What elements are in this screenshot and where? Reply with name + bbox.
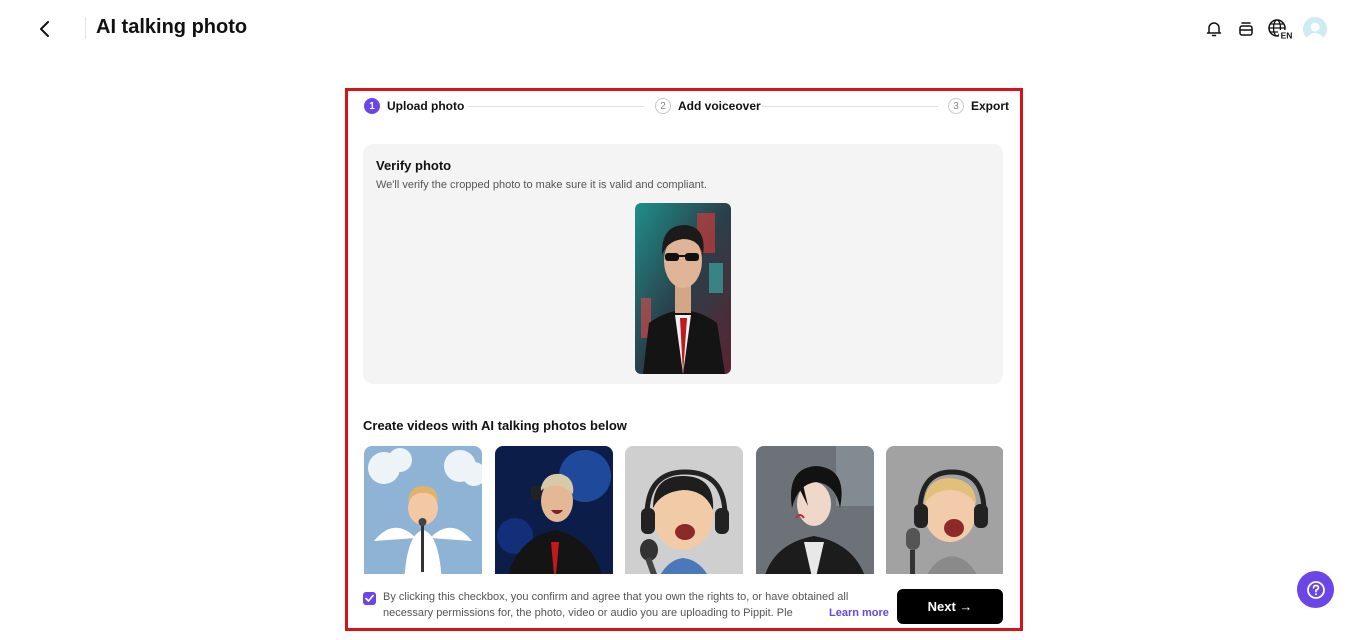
- example-thumbnail[interactable]: [625, 446, 743, 574]
- step-add-voiceover[interactable]: 2 Add voiceover: [655, 96, 761, 116]
- page-title: AI talking photo: [96, 16, 248, 38]
- top-bar: AI talking photo EN: [0, 0, 1365, 58]
- example-thumbnail[interactable]: [886, 446, 1003, 574]
- stepper: 1 Upload photo 2 Add voiceover 3 Export: [364, 96, 1009, 116]
- step-label: Upload photo: [387, 99, 465, 113]
- step-connector: [762, 106, 938, 107]
- language-icon[interactable]: EN: [1268, 17, 1294, 41]
- step-number: 3: [948, 98, 964, 114]
- consent-text: By clicking this checkbox, you confirm a…: [383, 591, 849, 619]
- step-label: Add voiceover: [678, 99, 761, 113]
- step-connector: [468, 106, 644, 107]
- avatar[interactable]: [1303, 17, 1327, 41]
- step-upload-photo[interactable]: 1 Upload photo: [364, 96, 464, 116]
- example-thumbnail[interactable]: [495, 446, 613, 574]
- bell-icon[interactable]: [1202, 17, 1226, 41]
- learn-more-link[interactable]: Learn more: [825, 605, 889, 621]
- language-badge: EN: [1281, 31, 1293, 41]
- help-button[interactable]: [1297, 571, 1334, 608]
- next-button[interactable]: Next →: [897, 589, 1003, 624]
- uploaded-photo: [635, 203, 731, 374]
- header-divider: [85, 17, 86, 39]
- back-arrow-icon[interactable]: [34, 18, 56, 40]
- consent-row: By clicking this checkbox, you confirm a…: [363, 589, 1003, 629]
- step-export[interactable]: 3 Export: [948, 96, 1009, 116]
- step-number: 1: [364, 98, 380, 114]
- example-thumbnail[interactable]: [364, 446, 482, 574]
- subscription-icon[interactable]: [1234, 17, 1258, 41]
- step-number: 2: [655, 98, 671, 114]
- verify-photo-box: Verify photo We'll verify the cropped ph…: [363, 144, 1003, 384]
- verify-description: We'll verify the cropped photo to make s…: [376, 179, 707, 191]
- example-thumbnails: [363, 446, 1003, 574]
- step-label: Export: [971, 99, 1010, 113]
- examples-title: Create videos with AI talking photos bel…: [363, 418, 627, 433]
- help-icon: [1306, 580, 1325, 599]
- consent-checkbox[interactable]: [363, 592, 376, 605]
- example-thumbnail[interactable]: [756, 446, 874, 574]
- verify-title: Verify photo: [376, 158, 452, 173]
- upload-panel: 1 Upload photo 2 Add voiceover 3 Export …: [345, 88, 1023, 631]
